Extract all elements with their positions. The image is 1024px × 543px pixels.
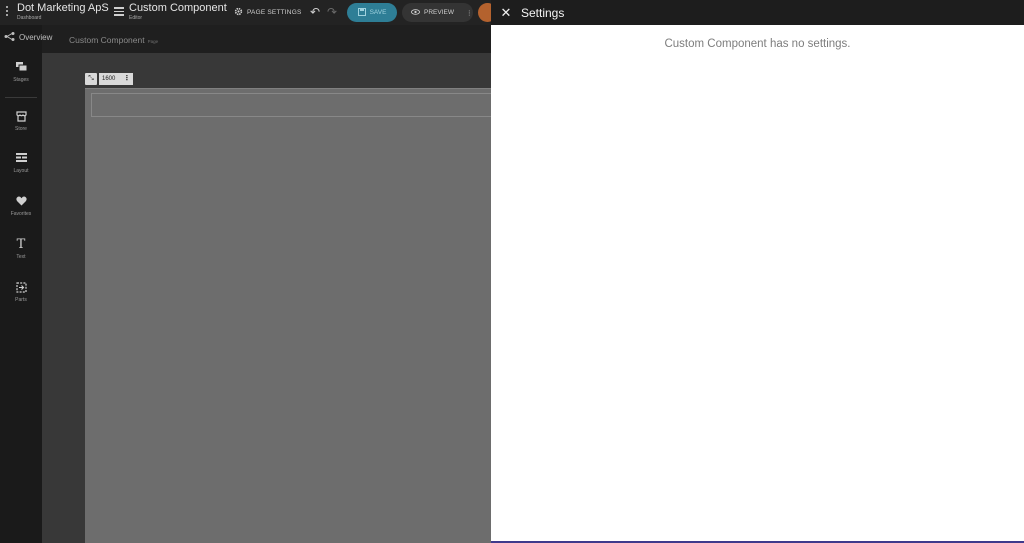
save-label: SAVE bbox=[369, 9, 387, 16]
editor-app: Dot Marketing ApS Dashboard Custom Compo… bbox=[0, 0, 1024, 543]
component-title: Custom Component bbox=[129, 2, 227, 14]
settings-title: Settings bbox=[521, 5, 565, 20]
layout-icon bbox=[0, 153, 42, 165]
heart-icon bbox=[0, 196, 42, 208]
sidebar-item-store[interactable]: Store bbox=[0, 111, 42, 132]
frame-controls: ⤡ 1600 ⋮ bbox=[85, 73, 134, 85]
text-icon: T bbox=[16, 237, 26, 252]
sidebar-item-favorites[interactable]: Favorites bbox=[0, 196, 42, 217]
component-title-block[interactable]: Custom Component Editor bbox=[129, 2, 227, 21]
undo-icon[interactable]: ↶ bbox=[310, 5, 320, 19]
canvas-block[interactable] bbox=[91, 93, 491, 117]
sidebar-item-text[interactable]: T Text bbox=[0, 237, 42, 260]
settings-panel: ✕ Settings Custom Component has no setti… bbox=[491, 0, 1024, 543]
sidebar-divider bbox=[5, 97, 37, 98]
breadcrumb-type: Page bbox=[147, 39, 159, 44]
frame-width-control[interactable]: 1600 ⋮ bbox=[99, 73, 134, 85]
company-sub: Dashboard bbox=[17, 15, 42, 21]
sidebar-item-label: Stages bbox=[13, 77, 29, 83]
app-menu-icon[interactable] bbox=[5, 6, 9, 19]
sidebar-item-label: Parts bbox=[15, 297, 27, 303]
hamburger-icon[interactable] bbox=[114, 7, 124, 16]
gear-icon bbox=[234, 7, 243, 18]
page-canvas[interactable] bbox=[85, 88, 491, 543]
sidebar-item-label: Text bbox=[16, 254, 26, 260]
store-icon bbox=[0, 111, 42, 123]
breadcrumb-component[interactable]: Custom Component bbox=[69, 35, 145, 45]
redo-icon[interactable]: ↷ bbox=[327, 5, 337, 19]
sidebar-item-label: Layout bbox=[13, 168, 29, 174]
resize-icon[interactable]: ⤡ bbox=[85, 73, 97, 85]
preview-label: PREVIEW bbox=[424, 9, 454, 16]
settings-header: ✕ Settings bbox=[491, 0, 1024, 25]
page-settings-button[interactable]: PAGE SETTINGS bbox=[234, 7, 302, 18]
close-icon[interactable]: ✕ bbox=[491, 5, 521, 21]
overview-link[interactable]: Overview bbox=[4, 32, 52, 43]
company-name: Dot Marketing ApS bbox=[17, 2, 109, 14]
no-settings-message: Custom Component has no settings. bbox=[664, 38, 851, 50]
sidebar-item-label: Store bbox=[15, 126, 27, 132]
sidebar-item-stages[interactable]: Stages bbox=[0, 62, 42, 83]
sidebar-item-parts[interactable]: Parts bbox=[0, 282, 42, 303]
company-switcher[interactable]: Dot Marketing ApS Dashboard bbox=[17, 2, 109, 21]
more-vertical-icon[interactable]: ⋮ bbox=[466, 9, 473, 17]
sitemap-icon bbox=[4, 32, 15, 43]
more-vertical-icon[interactable]: ⋮ bbox=[123, 73, 130, 85]
stages-icon bbox=[0, 62, 42, 74]
sidebar-item-label: Favorites bbox=[10, 211, 32, 217]
overview-label: Overview bbox=[19, 33, 53, 42]
frame-width-value: 1600 bbox=[102, 76, 116, 82]
floppy-icon bbox=[357, 7, 366, 18]
page-settings-label: PAGE SETTINGS bbox=[247, 9, 302, 16]
component-sub: Editor bbox=[129, 15, 143, 21]
breadcrumb: Custom Component Page bbox=[69, 35, 158, 45]
save-button[interactable]: SAVE bbox=[347, 3, 397, 22]
sidebar-item-layout[interactable]: Layout bbox=[0, 153, 42, 174]
eye-icon bbox=[411, 8, 420, 17]
preview-button[interactable]: PREVIEW ⋮ bbox=[402, 3, 473, 22]
parts-icon bbox=[0, 282, 42, 294]
